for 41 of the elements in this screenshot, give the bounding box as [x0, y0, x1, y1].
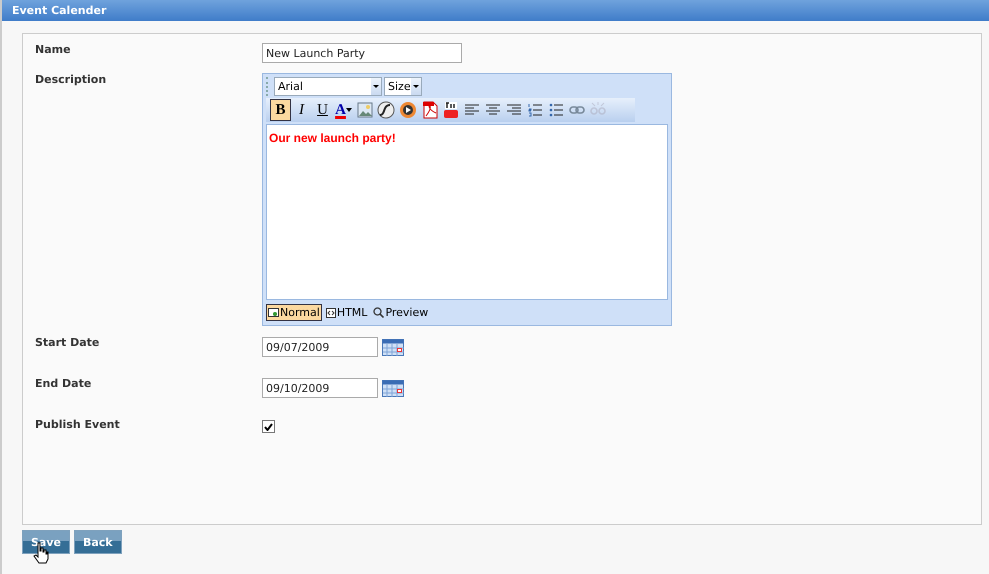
align-right-icon — [506, 104, 520, 116]
flash-button[interactable] — [375, 99, 397, 121]
link-icon — [568, 105, 584, 115]
underline-button[interactable]: U — [312, 99, 333, 121]
mode-tab[interactable]: HTML — [324, 304, 370, 321]
bold-button[interactable]: B — [270, 99, 291, 121]
field-label: End Date — [35, 377, 92, 390]
font-dropdown[interactable]: Arial — [274, 77, 382, 96]
form-button[interactable]: Back — [74, 530, 122, 554]
play-icon — [399, 101, 417, 119]
code-icon — [326, 308, 336, 318]
caret-icon — [346, 108, 352, 112]
media-button[interactable] — [397, 99, 419, 121]
fontcolor-button[interactable]: A — [333, 99, 354, 121]
image-icon — [356, 102, 372, 118]
editor-area[interactable]: Our new launch party! — [266, 124, 668, 300]
field-label: Start Date — [35, 336, 100, 349]
bullet-list-icon — [548, 103, 562, 117]
mode-tab[interactable]: Preview — [371, 304, 430, 321]
mode-tab[interactable]: Normal — [266, 304, 322, 321]
publish-checkbox[interactable] — [262, 420, 275, 433]
size-dropdown[interactable]: Size — [384, 77, 422, 96]
calendar-icon[interactable] — [382, 338, 404, 356]
align-center-icon — [486, 104, 500, 116]
date-field[interactable]: 09/10/2009 — [262, 378, 378, 398]
calendar-icon[interactable] — [382, 380, 404, 396]
field-label: Description — [35, 73, 108, 86]
date-field[interactable]: 09/07/2009 — [262, 337, 378, 357]
field-label: Publish Event — [35, 418, 121, 431]
pdf-icon — [422, 101, 438, 119]
form-button[interactable]: Save — [22, 530, 70, 554]
window-title: Event Calender — [12, 4, 106, 17]
flash-icon — [377, 101, 395, 119]
magnifier-icon — [373, 307, 384, 318]
editor-text: Our new launch party! — [269, 131, 396, 145]
name-field[interactable]: New Launch Party — [262, 43, 462, 63]
design-icon — [268, 308, 279, 318]
numbered-list-icon — [528, 103, 542, 117]
field-label: Name — [35, 43, 72, 56]
italic-button[interactable]: I — [291, 99, 312, 121]
align-left-icon — [464, 104, 478, 116]
